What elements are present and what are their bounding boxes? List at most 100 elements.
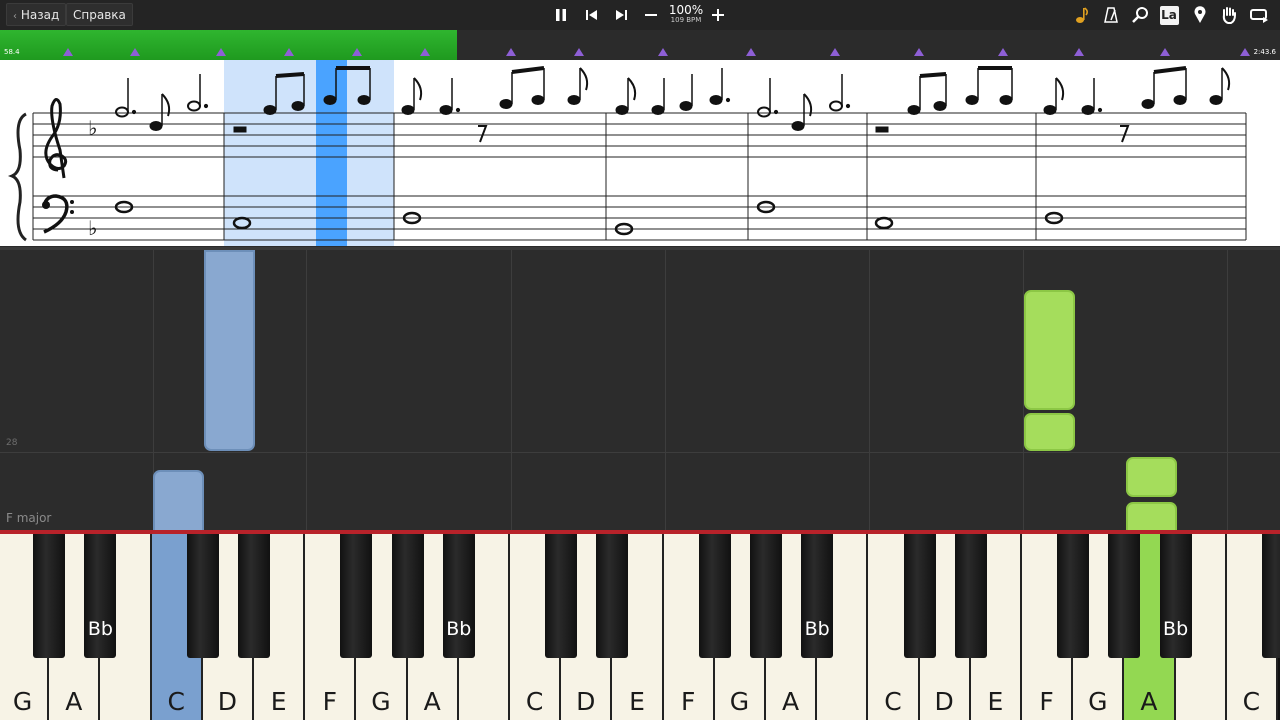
white-key-label: E: [629, 687, 645, 716]
pin-icon[interactable]: [1189, 4, 1211, 26]
black-key[interactable]: [186, 534, 219, 658]
falling-note: [1126, 502, 1177, 533]
white-key-label: A: [1140, 687, 1158, 716]
timeline-marker[interactable]: [216, 48, 226, 56]
black-key[interactable]: [698, 534, 731, 658]
black-key[interactable]: [1057, 534, 1090, 658]
white-key-label: G: [12, 687, 33, 716]
minus-icon[interactable]: [640, 4, 662, 26]
loop-icon[interactable]: [1248, 4, 1270, 26]
help-label: Справка: [73, 8, 126, 22]
grid-line: [511, 250, 512, 533]
back-button[interactable]: ‹ Назад: [6, 3, 67, 26]
white-key-label: G: [729, 687, 750, 716]
grid-line: [306, 250, 307, 533]
measure-line: [0, 452, 1280, 453]
black-key[interactable]: Bb: [801, 534, 834, 658]
timeline-marker[interactable]: [506, 48, 516, 56]
timeline-marker[interactable]: [830, 48, 840, 56]
black-key[interactable]: [391, 534, 424, 658]
black-key-label: Bb: [446, 618, 472, 640]
timeline-marker[interactable]: [1240, 48, 1250, 56]
note-icon[interactable]: [1071, 4, 1093, 26]
black-key[interactable]: [1262, 534, 1280, 658]
white-key-label: D: [934, 687, 954, 716]
tempo-bpm: 109 BPM: [670, 16, 702, 24]
falling-note: [1126, 457, 1177, 497]
black-key-label: Bb: [87, 618, 113, 640]
timeline-marker[interactable]: [1074, 48, 1084, 56]
black-key[interactable]: [545, 534, 578, 658]
tempo-percent: 100%: [668, 3, 704, 17]
black-key[interactable]: [954, 534, 987, 658]
grid-line: [665, 250, 666, 533]
white-key-label: F: [680, 687, 696, 716]
white-key-label: G: [1088, 687, 1108, 716]
timeline-marker[interactable]: [574, 48, 584, 56]
metronome-icon[interactable]: [1100, 4, 1122, 26]
measure-number: 28: [6, 438, 18, 448]
black-key[interactable]: [33, 534, 66, 658]
white-key-label: C: [1242, 687, 1261, 716]
key-signature-flat: ♭: [88, 116, 97, 140]
white-key-label: D: [576, 687, 596, 716]
timeline-scrubber[interactable]: 58.4 2:43.6: [0, 30, 1280, 60]
black-key[interactable]: Bb: [1159, 534, 1192, 658]
next-icon[interactable]: [610, 4, 632, 26]
search-icon[interactable]: [1129, 4, 1151, 26]
timeline-marker[interactable]: [420, 48, 430, 56]
falling-note: [1024, 413, 1075, 451]
timeline-marker[interactable]: [658, 48, 668, 56]
white-key-label: F: [1039, 687, 1054, 716]
timeline-marker[interactable]: [1160, 48, 1170, 56]
timeline-marker[interactable]: [998, 48, 1008, 56]
back-label: Назад: [20, 8, 60, 22]
falling-note: [204, 250, 255, 451]
barlines: [32, 113, 1247, 240]
white-key-label: E: [270, 687, 287, 716]
timeline-marker[interactable]: [284, 48, 294, 56]
white-key-label: E: [987, 687, 1004, 716]
timeline-marker[interactable]: [352, 48, 362, 56]
score-svg: ♭ ♭: [7, 60, 1247, 246]
white-key-label: G: [371, 687, 391, 716]
tempo-display: 100% 109 BPM: [666, 4, 706, 25]
piano-keyboard[interactable]: G A C D E F G A C D E F G A C D E F G A C Bb Bb Bb Bb: [0, 534, 1280, 720]
black-key[interactable]: Bb: [84, 534, 117, 658]
timeline-marker[interactable]: [63, 48, 73, 56]
label-icon[interactable]: La: [1158, 4, 1180, 26]
hand-icon[interactable]: [1218, 4, 1240, 26]
black-key[interactable]: [238, 534, 270, 658]
plus-icon[interactable]: [707, 4, 729, 26]
black-key[interactable]: [750, 534, 782, 658]
sheet-music[interactable]: ♭ ♭: [0, 60, 1280, 246]
help-button[interactable]: Справка: [66, 3, 133, 26]
white-key-label: A: [65, 687, 83, 716]
white-key-label: F: [322, 687, 337, 716]
toolbar: ‹ Назад Справка 100% 109 BPM La: [0, 0, 1280, 30]
brace: [7, 112, 27, 242]
white-key-label: C: [525, 687, 544, 716]
note-roll: 28 F major: [0, 247, 1280, 533]
prev-icon[interactable]: [581, 4, 603, 26]
black-key[interactable]: [340, 534, 373, 658]
treble-staff: [33, 112, 1246, 158]
white-key-label: A: [423, 687, 441, 716]
timeline-start-time: 58.4: [4, 48, 20, 56]
falling-note: [153, 470, 204, 533]
timeline-marker[interactable]: [746, 48, 756, 56]
white-key-label: C: [884, 687, 902, 716]
bass-staff: [33, 195, 1246, 241]
black-key[interactable]: [903, 534, 936, 658]
timeline-marker[interactable]: [130, 48, 140, 56]
black-key[interactable]: [596, 534, 629, 658]
black-key[interactable]: Bb: [442, 534, 475, 658]
white-key-label: A: [782, 687, 800, 716]
falling-note: [1024, 290, 1075, 410]
black-key-label: Bb: [804, 618, 830, 640]
key-signature-label: F major: [6, 511, 52, 525]
black-key[interactable]: [1108, 534, 1141, 658]
pause-icon[interactable]: [550, 4, 572, 26]
label-icon-text: La: [1159, 5, 1179, 25]
timeline-marker[interactable]: [914, 48, 924, 56]
